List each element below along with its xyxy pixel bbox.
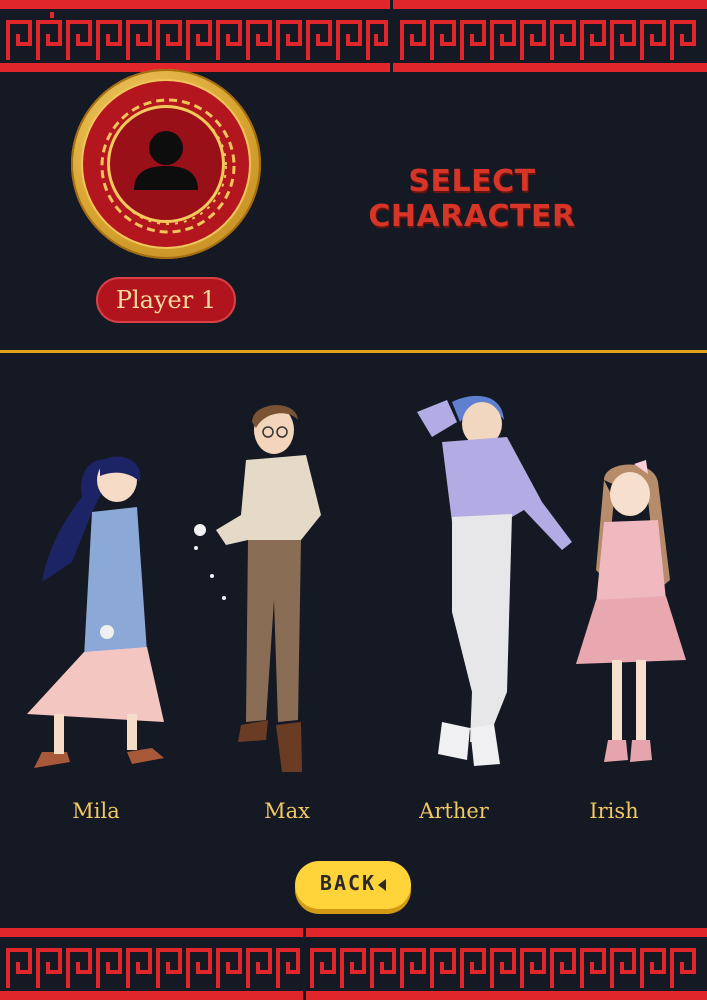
back-button[interactable]: BACK — [295, 861, 411, 909]
character-name-max: Max — [264, 799, 310, 823]
character-name-irish: Irish — [589, 799, 639, 823]
page-title: SELECT CHARACTER — [368, 164, 576, 234]
top-decorative-border — [0, 0, 707, 72]
user-silhouette-icon — [134, 131, 198, 190]
bottom-decorative-border — [0, 928, 707, 1000]
irish-figure-icon — [576, 460, 686, 762]
avatar[interactable] — [107, 105, 225, 223]
character-arther[interactable] — [412, 392, 577, 770]
character-irish[interactable] — [574, 460, 688, 772]
character-name-mila: Mila — [72, 799, 120, 823]
character-max[interactable] — [186, 400, 338, 778]
arther-figure-icon — [417, 395, 572, 766]
emblem-red-ring — [81, 79, 251, 249]
triangle-left-icon — [378, 878, 387, 891]
player-label-badge: Player 1 — [96, 277, 236, 323]
max-figure-icon — [194, 405, 321, 772]
character-mila[interactable] — [22, 452, 172, 777]
mila-figure-icon — [27, 456, 164, 768]
character-name-arther: Arther — [419, 799, 489, 823]
gold-divider — [0, 350, 707, 353]
player-emblem — [71, 69, 261, 259]
back-button-label: BACK — [319, 871, 377, 895]
